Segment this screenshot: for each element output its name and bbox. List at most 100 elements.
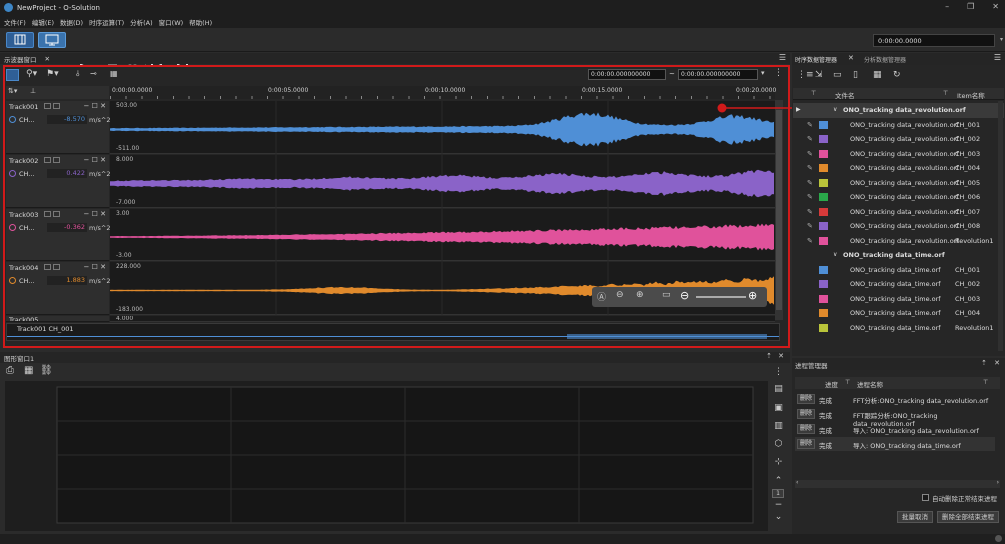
panel-menu-icon[interactable]: ☰ <box>994 53 1001 62</box>
time-dropdown-icon[interactable]: ▾ <box>1000 36 1003 43</box>
data-item-row[interactable]: ✎ ONO_tracking data_revolution.orf CH_005 <box>793 176 1004 191</box>
cursor-icon[interactable]: ⫰ <box>76 69 79 79</box>
data-item-row[interactable]: ONO_tracking data_time.orf CH_004 <box>793 306 1004 321</box>
data-item-row[interactable]: ONO_tracking data_time.orf Revolution1 <box>793 321 1004 336</box>
zoom-slider[interactable] <box>696 296 746 298</box>
data-item-row[interactable]: ✎ ONO_tracking data_revolution.orf CH_002 <box>793 132 1004 147</box>
color-swatch[interactable] <box>819 193 828 201</box>
pin-icon[interactable]: ✎ <box>807 237 813 245</box>
table-icon[interactable]: ▦ <box>873 70 882 80</box>
data-item-row[interactable]: ✎ ONO_tracking data_revolution.orf CH_003 <box>793 147 1004 162</box>
channel-row[interactable]: CH... -0.362 m/s^2 <box>9 223 111 233</box>
color-swatch[interactable] <box>819 207 828 216</box>
process-row[interactable]: 删除 完成 FFT分析:ONO_tracking data_revolution.o… <box>795 392 995 406</box>
chevron-down-icon[interactable]: ∨ <box>833 251 837 258</box>
process-hscrollbar[interactable]: ‹ › <box>795 479 1000 488</box>
data-item-row[interactable]: ✎ ONO_tracking data_revolution.orf CH_001 <box>793 118 1004 133</box>
list-icon[interactable]: ▤ <box>773 384 784 394</box>
pin-icon[interactable]: ✎ <box>807 121 813 129</box>
track-plot[interactable]: 8.000 -7.000 <box>110 155 775 208</box>
zoom-out-icon[interactable]: ⊖ <box>680 289 689 302</box>
panel-menu-icon[interactable]: ☰ <box>779 53 786 62</box>
close-button[interactable]: ✕ <box>992 2 999 11</box>
page-up-icon[interactable]: ⌃ <box>773 476 784 486</box>
image-icon[interactable]: ▣ <box>773 403 784 413</box>
data-item-row[interactable]: ONO_tracking data_time.orf CH_001 <box>793 263 1004 278</box>
lock-toggle[interactable] <box>44 103 51 109</box>
track-plot[interactable]: 503.00 -511.00 <box>110 101 775 154</box>
add-track-icon[interactable]: ⊥ <box>30 87 36 95</box>
page-down-icon[interactable]: ⌄ <box>773 512 784 522</box>
sort-icon[interactable]: ⇅▾ <box>8 87 17 95</box>
pin-icon[interactable]: ✎ <box>807 208 813 216</box>
menu-file[interactable]: 文件(F) <box>4 17 26 27</box>
filter-icon[interactable]: ⊤ <box>983 379 988 386</box>
filter-icon[interactable]: ⊤ <box>845 379 850 386</box>
process-row[interactable]: 删除 完成 导入: ONO_tracking data_time.orf <box>795 437 995 451</box>
scroll-right-icon[interactable]: › <box>997 479 999 486</box>
channel-row[interactable]: CH... 1.883 m/s^2 <box>9 276 111 286</box>
tab-waveform[interactable]: 示波器窗口 ✕ <box>4 53 50 64</box>
trash-icon[interactable]: ▯ <box>853 70 858 80</box>
pin-icon[interactable]: ⇡ <box>981 359 987 367</box>
track-header[interactable]: Track004 − ☐ ✕ CH... 1.883 m/s^2 <box>6 262 111 315</box>
col-progress[interactable]: 进度 <box>825 379 838 389</box>
color-swatch[interactable] <box>819 309 828 317</box>
filter-icon[interactable]: ⊤ <box>811 90 816 97</box>
time-display[interactable]: 0:00:00.0000 <box>873 34 995 47</box>
data-item-row[interactable]: ✎ ONO_tracking data_revolution.orf CH_006 <box>793 190 1004 205</box>
minimize-button[interactable]: – <box>945 2 949 11</box>
color-swatch[interactable] <box>819 178 828 187</box>
tab-analysis-data[interactable]: 分析数据管理器 <box>864 55 906 64</box>
pin-icon[interactable]: ✎ <box>807 164 813 172</box>
pin-icon[interactable]: ✎ <box>807 193 813 201</box>
color-swatch[interactable] <box>819 222 828 230</box>
data-item-row[interactable]: ✎ ONO_tracking data_revolution.orf CH_008 <box>793 219 1004 234</box>
more-icon[interactable]: ⋮ <box>773 367 784 377</box>
tree-icon[interactable]: ⋮≡ <box>797 70 814 80</box>
marker-icon[interactable]: ⚲▾ <box>26 69 37 79</box>
data-item-row[interactable]: ✎ ONO_tracking data_revolution.orf Revolut… <box>793 234 1004 249</box>
bars-icon[interactable]: ▥ <box>773 421 784 431</box>
eye-toggle[interactable] <box>53 211 60 217</box>
grid-icon[interactable]: ▦ <box>110 69 118 78</box>
track-window-buttons[interactable]: − ☐ ✕ <box>84 210 106 218</box>
color-swatch[interactable] <box>819 135 828 143</box>
delete-process-button[interactable]: 删除 <box>797 439 815 449</box>
channel-row[interactable]: CH... 0.422 m/s^2 <box>9 169 111 179</box>
color-swatch[interactable] <box>819 265 828 274</box>
cursor-mode-button[interactable] <box>6 69 19 81</box>
track-header[interactable]: Track005 <box>6 316 109 322</box>
cube-icon[interactable]: ⬡ <box>773 439 784 449</box>
more-icon[interactable]: ⋮ <box>774 68 783 78</box>
axes-icon[interactable]: ⊹ <box>773 457 784 467</box>
folder-icon[interactable]: ▭ <box>833 70 842 80</box>
track-window-buttons[interactable]: − ☐ ✕ <box>84 102 106 110</box>
link-icon[interactable]: ⛓ <box>40 365 53 376</box>
color-swatch[interactable] <box>819 120 828 129</box>
process-row[interactable]: 删除 完成 FFT跟踪分析:ONO_tracking data_revolution… <box>795 407 995 428</box>
pin-icon[interactable]: ⇡ <box>766 352 772 360</box>
text-icon[interactable]: Ⓐ <box>597 290 606 303</box>
track-plot[interactable]: 4.000 <box>110 316 775 322</box>
file-group-row[interactable]: ▶ ∨ ONO_tracking data_revolution.orf <box>793 103 1004 118</box>
pin-icon[interactable]: ✎ <box>807 222 813 230</box>
delete-process-button[interactable]: 删除 <box>797 424 815 434</box>
close-icon[interactable]: ✕ <box>45 55 50 63</box>
process-row[interactable]: 删除 完成 导入: ONO_tracking data_revolution.orf <box>795 422 995 436</box>
restore-button[interactable]: ❐ <box>967 2 974 11</box>
scroll-left-icon[interactable]: ‹ <box>796 479 798 486</box>
track-window-buttons[interactable]: − ☐ ✕ <box>84 263 106 271</box>
data-item-row[interactable]: ✎ ONO_tracking data_revolution.orf CH_004 <box>793 161 1004 176</box>
col-process-name[interactable]: 进程名称 <box>857 379 883 389</box>
lock-toggle[interactable] <box>44 211 51 217</box>
color-swatch[interactable] <box>819 294 828 303</box>
track-window-buttons[interactable]: − ☐ ✕ <box>84 156 106 164</box>
menu-timeseries[interactable]: 时序运算(T) <box>89 17 124 27</box>
zoom-in-icon[interactable]: ⊕ <box>748 289 757 302</box>
lock-toggle[interactable] <box>44 157 51 163</box>
refresh-icon[interactable]: ↻ <box>893 70 901 80</box>
data-manager-scrollbar[interactable] <box>998 101 1003 351</box>
eye-toggle[interactable] <box>53 103 60 109</box>
graph-canvas[interactable] <box>5 381 768 531</box>
